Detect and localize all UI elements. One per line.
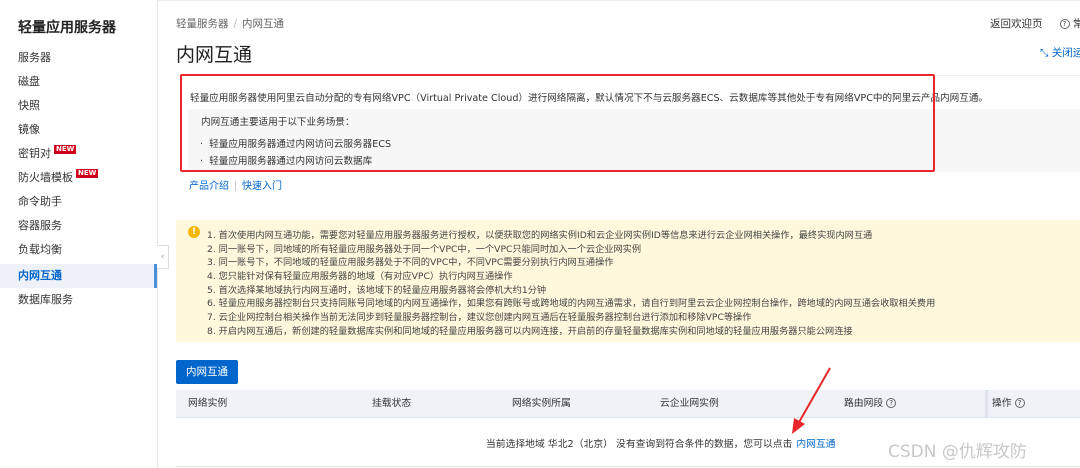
sidebar-item-container-service[interactable]: 容器服务 [0,214,157,238]
notice-line: 5. 首次选择某地域执行内网互通时，该地域下的轻量应用服务器将会停机大约1分钟 [207,285,547,296]
sidebar-item-label: 数据库服务 [18,293,73,306]
sidebar-item-label: 内网互通 [18,269,62,282]
breadcrumb-separator: / [233,18,238,30]
product-intro-link[interactable]: 产品介绍 [189,181,229,192]
notice-line: 8. 开启内网互通后，新创建的轻量数据库实例和同地域的轻量应用服务器可以内网连接… [207,326,853,337]
help-icon[interactable]: ? [886,398,897,408]
sidebar-item-label: 容器服务 [18,219,62,232]
intranet-connect-button[interactable]: 内网互通 [176,360,238,384]
warning-icon: ! [188,226,200,238]
sidebar-item-label: 防火墙模板 [18,171,73,184]
sidebar-item-label: 磁盘 [18,75,40,88]
sidebar-item-intranet[interactable]: 内网互通 [0,264,157,288]
close-guide-label: 关闭运 [1051,47,1080,59]
red-arrow-annotation [792,367,831,434]
divider [235,181,236,191]
notice-line: 6. 轻量应用服务器控制台只支持同账号同地域的内网互通操作，如果您有跨账号或跨地… [207,298,936,309]
sidebar-item-label: 快照 [18,99,40,112]
sidebar-item-load-balancer[interactable]: 负载均衡 [0,238,157,262]
sidebar-item-label: 密钥对 [18,147,51,160]
close-guide-link[interactable]: ⤡ 关闭运 [1040,45,1080,60]
sidebar-title: 轻量应用服务器 [18,20,116,36]
sidebar-item-label: 负载均衡 [18,243,62,256]
column-header: 网络实例 [188,398,228,409]
new-badge: NEW [54,145,77,154]
divider [176,466,1080,467]
breadcrumb: 轻量服务器 / 内网互通 [176,16,284,31]
collapse-arrows-icon: ⤡ [1040,47,1049,59]
sidebar-item-disks[interactable]: 磁盘 [0,70,157,94]
column-header: 网络实例所属 [512,398,571,409]
intranet-connect-link[interactable]: 内网互通 [796,439,835,450]
sidebar-item-label: 服务器 [18,51,51,64]
header-actions: 返回欢迎页? 常 [990,16,1080,31]
sidebar-item-images[interactable]: 镜像 [0,118,157,142]
breadcrumb-current: 内网互通 [242,18,285,30]
column-label: 路由网段 [844,398,884,409]
notice-line: 3. 同一账号下，不同地域的轻量应用服务器处于不同的VPC中，不同VPC需要分别… [207,257,614,268]
divider [158,0,1080,1]
intro-links: 产品介绍 快速入门 [189,177,282,192]
help-link[interactable]: ? 常 [1057,18,1080,30]
sidebar: 轻量应用服务器 服务器 磁盘 快照 镜像 密钥对 NEW 防火墙模板 NEW 命令助… [0,0,158,468]
help-icon[interactable]: ? [1014,398,1025,408]
help-label: 常 [1072,18,1080,30]
table-header: 网络实例 挂载状态 网络实例所属 云企业网实例 路由网段? 操作? [176,390,1080,418]
question-icon: ? [1059,19,1070,29]
sidebar-item-command-assistant[interactable]: 命令助手 [0,190,157,214]
quick-start-link[interactable]: 快速入门 [242,181,282,192]
sidebar-item-keypairs[interactable]: 密钥对 NEW [0,142,157,166]
sidebar-item-label: 命令助手 [18,195,62,208]
back-welcome-link[interactable]: 返回欢迎页 [990,18,1043,30]
column-header: 挂载状态 [372,398,412,409]
notice-line: 7. 云企业网控制台相关操作当前无法同步到轻量服务器控制台，建议您创建内网互通后… [207,312,752,323]
watermark: CSDN @仇辉攻防 [888,442,1027,462]
column-divider [985,390,988,418]
sidebar-item-servers[interactable]: 服务器 [0,46,157,70]
sidebar-collapse-button[interactable]: ‹ [157,245,169,269]
sidebar-item-firewall-templates[interactable]: 防火墙模板 NEW [0,166,157,190]
column-header: 云企业网实例 [660,398,719,409]
highlight-box [180,74,935,172]
notice-line: 2. 同一账号下，同地域的所有轻量应用服务器处于同一个VPC中，一个VPC只能同… [207,244,642,255]
page-title: 内网互通 [176,44,253,66]
sidebar-item-snapshots[interactable]: 快照 [0,94,157,118]
sidebar-item-database[interactable]: 数据库服务 [0,288,157,312]
breadcrumb-link[interactable]: 轻量服务器 [176,18,229,30]
empty-text: 当前选择地域 华北2（北京） 没有查询到符合条件的数据，您可以点击 [486,439,793,450]
notice-line: 1. 首次使用内网互通功能，需要您对轻量应用服务器服务进行授权，以便获取您的网络… [207,230,873,241]
column-header: 操作? [992,390,1025,418]
column-header: 路由网段? [844,390,897,418]
chevron-left-icon: ‹ [160,252,165,262]
new-badge: NEW [76,169,99,178]
column-label: 操作 [992,398,1012,409]
sidebar-item-label: 镜像 [18,123,40,136]
notice-line: 4. 您只能针对保有轻量应用服务器的地域（有对应VPC）执行内网互通操作 [207,271,513,282]
